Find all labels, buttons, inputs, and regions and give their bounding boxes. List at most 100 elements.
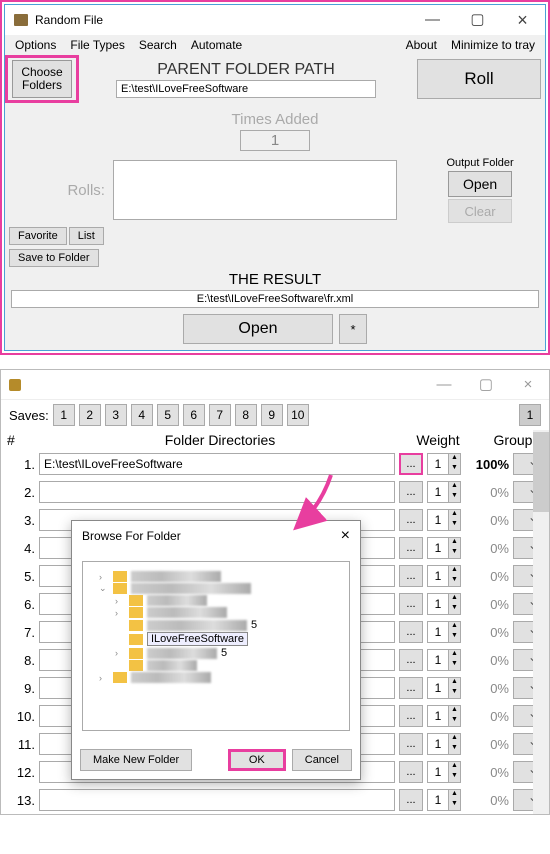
- ok-button[interactable]: OK: [228, 749, 286, 771]
- save-slot-8[interactable]: 8: [235, 404, 257, 426]
- folder-icon: [129, 648, 143, 659]
- spin-down-icon[interactable]: ▼: [448, 660, 460, 670]
- browse-button[interactable]: ...: [399, 537, 423, 559]
- scrollbar-thumb[interactable]: [533, 432, 549, 512]
- spin-up-icon[interactable]: ▲: [448, 454, 460, 464]
- spin-down-icon[interactable]: ▼: [448, 688, 460, 698]
- spin-down-icon[interactable]: ▼: [448, 772, 460, 782]
- weight-stepper[interactable]: 1▲▼: [427, 761, 461, 783]
- spin-down-icon[interactable]: ▼: [448, 576, 460, 586]
- browse-button[interactable]: ...: [399, 761, 423, 783]
- menu-about[interactable]: About: [406, 38, 437, 52]
- folders-close-button[interactable]: ×: [507, 370, 549, 400]
- spin-down-icon[interactable]: ▼: [448, 604, 460, 614]
- save-slot-9[interactable]: 9: [261, 404, 283, 426]
- weight-stepper[interactable]: 1▲▼: [427, 789, 461, 811]
- save-slot-10[interactable]: 10: [287, 404, 309, 426]
- spin-down-icon[interactable]: ▼: [448, 632, 460, 642]
- save-slot-1[interactable]: 1: [53, 404, 75, 426]
- weight-stepper[interactable]: 1▲▼: [427, 733, 461, 755]
- cancel-button[interactable]: Cancel: [292, 749, 352, 771]
- scrollbar[interactable]: [533, 430, 549, 814]
- spin-down-icon[interactable]: ▼: [448, 744, 460, 754]
- folder-path-input[interactable]: [39, 453, 395, 475]
- weight-stepper[interactable]: 1▲▼: [427, 593, 461, 615]
- spin-up-icon[interactable]: ▲: [448, 594, 460, 604]
- make-new-folder-button[interactable]: Make New Folder: [80, 749, 192, 771]
- choose-folders-button[interactable]: Choose Folders: [12, 60, 72, 98]
- folders-window: — ▢ × Saves: 1 2 3 4 5 6 7 8 9 10 1 # Fo…: [0, 369, 550, 815]
- spin-up-icon[interactable]: ▲: [448, 678, 460, 688]
- spin-down-icon[interactable]: ▼: [448, 464, 460, 474]
- save-slot-3[interactable]: 3: [105, 404, 127, 426]
- output-open-button[interactable]: Open: [448, 171, 512, 197]
- save-to-folder-button[interactable]: Save to Folder: [9, 249, 99, 267]
- close-button[interactable]: ×: [500, 5, 545, 35]
- spin-up-icon[interactable]: ▲: [448, 734, 460, 744]
- tree-selected-item[interactable]: ILoveFreeSoftware: [91, 632, 341, 646]
- spin-down-icon[interactable]: ▼: [448, 800, 460, 810]
- menu-options[interactable]: Options: [15, 38, 56, 52]
- weight-stepper[interactable]: 1▲▼: [427, 705, 461, 727]
- output-clear-button[interactable]: Clear: [448, 199, 512, 223]
- spin-up-icon[interactable]: ▲: [448, 650, 460, 660]
- list-button[interactable]: List: [69, 227, 104, 245]
- browse-button[interactable]: ...: [399, 677, 423, 699]
- browse-button[interactable]: ...: [399, 593, 423, 615]
- browse-button[interactable]: ...: [399, 509, 423, 531]
- menu-file-types[interactable]: File Types: [70, 38, 124, 52]
- browse-button[interactable]: ...: [399, 705, 423, 727]
- browse-button[interactable]: ...: [399, 649, 423, 671]
- roll-button[interactable]: Roll: [417, 59, 541, 99]
- parent-folder-path-input[interactable]: [116, 80, 376, 98]
- weight-stepper[interactable]: 1▲▼: [427, 565, 461, 587]
- spin-up-icon[interactable]: ▲: [448, 762, 460, 772]
- weight-stepper[interactable]: 1▲▼: [427, 649, 461, 671]
- browse-button[interactable]: ...: [399, 565, 423, 587]
- browse-button[interactable]: ...: [399, 733, 423, 755]
- spin-down-icon[interactable]: ▼: [448, 492, 460, 502]
- save-slot-2[interactable]: 2: [79, 404, 101, 426]
- spin-up-icon[interactable]: ▲: [448, 790, 460, 800]
- random-file-window: Random File — ▢ × Options File Types Sea…: [4, 4, 546, 351]
- save-slot-4[interactable]: 4: [131, 404, 153, 426]
- open-result-button[interactable]: Open: [183, 314, 333, 344]
- folder-icon: [113, 672, 127, 683]
- save-slot-5[interactable]: 5: [157, 404, 179, 426]
- spin-up-icon[interactable]: ▲: [448, 706, 460, 716]
- menu-automate[interactable]: Automate: [191, 38, 242, 52]
- folder-path-input[interactable]: [39, 789, 395, 811]
- weight-stepper[interactable]: 1▲▼: [427, 537, 461, 559]
- browse-button[interactable]: ...: [399, 789, 423, 811]
- save-slot-current[interactable]: 1: [519, 404, 541, 426]
- weight-stepper[interactable]: 1▲▼: [427, 677, 461, 699]
- weight-stepper[interactable]: 1▲▼: [427, 453, 461, 475]
- browse-button[interactable]: ...: [399, 481, 423, 503]
- spin-up-icon[interactable]: ▲: [448, 482, 460, 492]
- spin-up-icon[interactable]: ▲: [448, 622, 460, 632]
- spin-down-icon[interactable]: ▼: [448, 548, 460, 558]
- folder-tree[interactable]: › ⌄ › › 5 ILoveFreeSoftware ›5 ›: [82, 561, 350, 731]
- maximize-button[interactable]: ▢: [455, 5, 500, 35]
- menu-minimize-tray[interactable]: Minimize to tray: [451, 38, 535, 52]
- menu-search[interactable]: Search: [139, 38, 177, 52]
- folder-path-input[interactable]: [39, 481, 395, 503]
- save-slot-7[interactable]: 7: [209, 404, 231, 426]
- spin-down-icon[interactable]: ▼: [448, 520, 460, 530]
- weight-stepper[interactable]: 1▲▼: [427, 509, 461, 531]
- spin-up-icon[interactable]: ▲: [448, 538, 460, 548]
- star-button[interactable]: *: [339, 314, 367, 344]
- weight-stepper[interactable]: 1▲▼: [427, 621, 461, 643]
- minimize-button[interactable]: —: [410, 5, 455, 35]
- save-slot-6[interactable]: 6: [183, 404, 205, 426]
- spin-up-icon[interactable]: ▲: [448, 510, 460, 520]
- folders-maximize-button[interactable]: ▢: [465, 370, 507, 400]
- folders-minimize-button[interactable]: —: [423, 370, 465, 400]
- dialog-close-button[interactable]: ×: [341, 527, 350, 545]
- browse-button[interactable]: ...: [399, 453, 423, 475]
- spin-up-icon[interactable]: ▲: [448, 566, 460, 576]
- browse-button[interactable]: ...: [399, 621, 423, 643]
- spin-down-icon[interactable]: ▼: [448, 716, 460, 726]
- favorite-button[interactable]: Favorite: [9, 227, 67, 245]
- weight-stepper[interactable]: 1▲▼: [427, 481, 461, 503]
